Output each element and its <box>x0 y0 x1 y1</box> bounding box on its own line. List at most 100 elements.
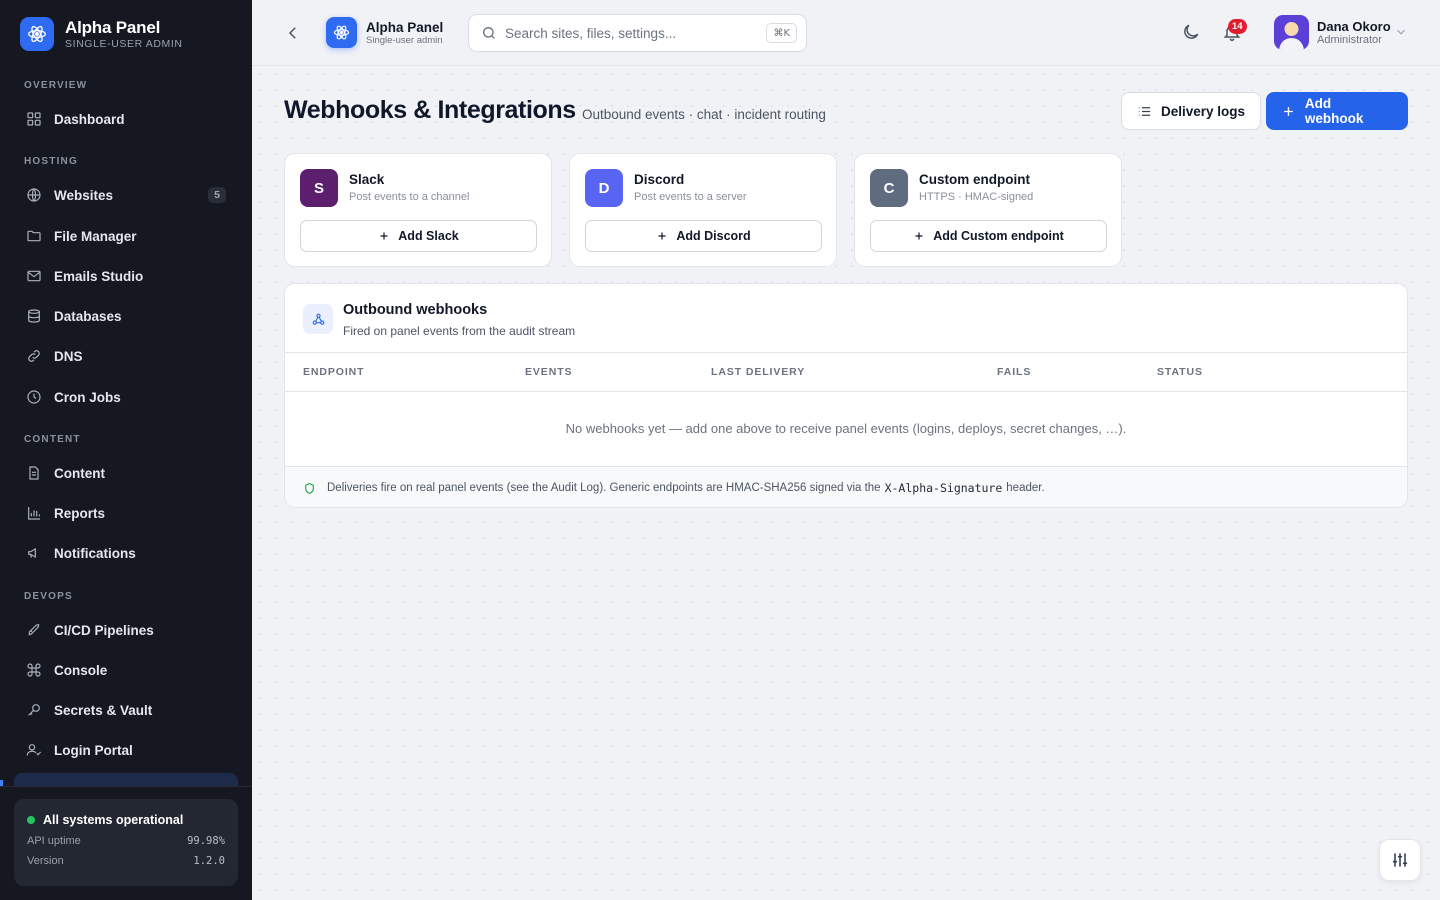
status-headline: All systems operational <box>43 813 184 827</box>
footer-text: Deliveries fire on real panel events (se… <box>327 482 881 494</box>
sidebar: Alpha Panel SINGLE-USER ADMIN OVERVIEW D… <box>0 0 252 900</box>
sidebar-item-label: CI/CD Pipelines <box>54 622 154 638</box>
provider-card-custom-endpoint: C Custom endpoint HTTPS · HMAC-signed Ad… <box>854 153 1122 267</box>
link-icon <box>28 350 40 362</box>
provider-description: HTTPS · HMAC-signed <box>919 191 1034 203</box>
sidebar-item-label: Emails Studio <box>54 268 144 284</box>
sidebar-item-dns[interactable]: DNS <box>14 339 238 373</box>
discord-logo-icon: D <box>585 169 623 207</box>
moon-icon[interactable] <box>1181 22 1201 42</box>
sidebar-item-reports[interactable]: Reports <box>14 496 238 530</box>
key-icon <box>28 704 40 716</box>
provider-description: Post events to a server <box>634 191 747 203</box>
column-header-events[interactable]: EVENTS <box>525 366 572 378</box>
chevron-down-icon[interactable] <box>1394 25 1408 39</box>
plus-icon <box>915 232 923 240</box>
list-icon <box>1138 106 1151 116</box>
shield-icon <box>305 482 314 494</box>
count-badge: 5 <box>208 187 226 203</box>
panel-footer-note: Deliveries fire on real panel events (se… <box>285 466 1407 507</box>
column-header-status[interactable]: STATUS <box>1157 366 1203 378</box>
add-webhook-button[interactable]: Add webhook <box>1266 92 1408 130</box>
search-box[interactable]: ⌘K <box>468 14 807 52</box>
plus-icon <box>1284 106 1293 116</box>
chevron-left-icon[interactable] <box>284 24 302 42</box>
sidebar-divider <box>0 786 252 787</box>
sidebar-item-content[interactable]: Content <box>14 456 238 490</box>
sidebar-item-cron-jobs[interactable]: Cron Jobs <box>14 380 238 414</box>
sidebar-item-label: Reports <box>54 505 106 521</box>
panel-subtitle: Fired on panel events from the audit str… <box>343 324 576 338</box>
provider-name: Custom endpoint <box>919 172 1030 187</box>
delivery-logs-button[interactable]: Delivery logs <box>1121 92 1262 130</box>
brand-subtitle: SINGLE-USER ADMIN <box>65 37 183 50</box>
settings-sliders-button[interactable] <box>1379 839 1421 881</box>
empty-state-message: No webhooks yet — add one above to recei… <box>565 421 1127 436</box>
sidebar-item-file-manager[interactable]: File Manager <box>14 219 238 253</box>
status-row-label: Version <box>27 855 64 867</box>
grid-icon <box>27 112 41 126</box>
section-label-hosting: HOSTING <box>24 156 78 167</box>
user-role: Administrator <box>1317 34 1382 46</box>
outbound-webhooks-panel: Outbound webhooks Fired on panel events … <box>284 283 1408 508</box>
sidebar-item-dashboard[interactable]: Dashboard <box>14 102 238 136</box>
section-label-devops: DEVOPS <box>24 591 73 602</box>
app-name: Alpha Panel <box>366 20 444 35</box>
main-content: Webhooks & Integrations Outbound events … <box>252 66 1440 900</box>
sidebar-item-label: File Manager <box>54 228 137 244</box>
status-row: Version 1.2.0 <box>27 855 225 867</box>
folder-icon <box>27 230 41 242</box>
clock-icon <box>27 390 41 404</box>
sidebar-item-active[interactable] <box>14 773 238 787</box>
add-custom-endpoint-button[interactable]: Add Custom endpoint <box>870 220 1107 252</box>
custom-endpoint-logo-icon: C <box>870 169 908 207</box>
provider-card-discord: D Discord Post events to a server Add Di… <box>569 153 837 267</box>
webhook-icon <box>303 304 333 334</box>
add-discord-button[interactable]: Add Discord <box>585 220 822 252</box>
plus-icon <box>380 232 388 240</box>
bar-chart-icon <box>28 507 40 520</box>
sidebar-item-notifications[interactable]: Notifications <box>14 536 238 570</box>
sidebar-item-secrets-vault[interactable]: Secrets & Vault <box>14 693 238 727</box>
user-check-icon <box>26 744 42 756</box>
status-row: API uptime 99.98% <box>27 835 225 847</box>
sidebar-item-login-portal[interactable]: Login Portal <box>14 733 238 767</box>
avatar[interactable] <box>1274 15 1309 50</box>
page-subtitle: Outbound events · chat · incident routin… <box>582 107 826 122</box>
system-status-card: All systems operational API uptime 99.98… <box>14 799 238 886</box>
sidebar-item-websites[interactable]: Websites 5 <box>14 178 238 212</box>
sidebar-item-cicd-pipelines[interactable]: CI/CD Pipelines <box>14 613 238 647</box>
page-title: Webhooks & Integrations <box>284 96 576 124</box>
status-row-value: 99.98% <box>187 835 225 847</box>
atom-app-icon[interactable] <box>326 17 357 48</box>
provider-description: Post events to a channel <box>349 191 470 203</box>
column-header-fails[interactable]: FAILS <box>997 366 1031 378</box>
search-input[interactable] <box>505 25 755 41</box>
sidebar-item-label: DNS <box>54 348 83 364</box>
provider-name: Slack <box>349 172 385 187</box>
sidebar-item-label: Secrets & Vault <box>54 702 153 718</box>
delivery-logs-label: Delivery logs <box>1161 103 1246 119</box>
add-slack-button[interactable]: Add Slack <box>300 220 537 252</box>
column-header-endpoint[interactable]: ENDPOINT <box>303 366 364 378</box>
add-provider-label: Add Discord <box>676 229 751 243</box>
atom-logo-icon <box>20 17 54 51</box>
shortcut-hint: ⌘K <box>766 23 797 43</box>
megaphone-icon <box>28 547 36 559</box>
provider-card-slack: S Slack Post events to a channel Add Sla… <box>284 153 552 267</box>
add-provider-label: Add Slack <box>398 229 459 243</box>
brand[interactable]: Alpha Panel SINGLE-USER ADMIN <box>20 17 183 51</box>
sidebar-item-label: Login Portal <box>54 742 133 758</box>
globe-icon <box>27 188 41 202</box>
sidebar-item-databases[interactable]: Databases <box>14 299 238 333</box>
footer-text-end: header. <box>1006 482 1045 494</box>
status-row-label: API uptime <box>27 835 81 847</box>
status-row-value: 1.2.0 <box>193 855 225 867</box>
notification-count-badge: 14 <box>1228 19 1247 34</box>
sidebar-item-label: Content <box>54 465 105 481</box>
user-name[interactable]: Dana Okoro <box>1317 19 1391 34</box>
sidebar-item-emails-studio[interactable]: Emails Studio <box>14 259 238 293</box>
sidebar-item-console[interactable]: Console <box>14 653 238 687</box>
sidebar-item-label: Dashboard <box>54 111 125 127</box>
column-header-last-delivery[interactable]: LAST DELIVERY <box>711 366 805 378</box>
